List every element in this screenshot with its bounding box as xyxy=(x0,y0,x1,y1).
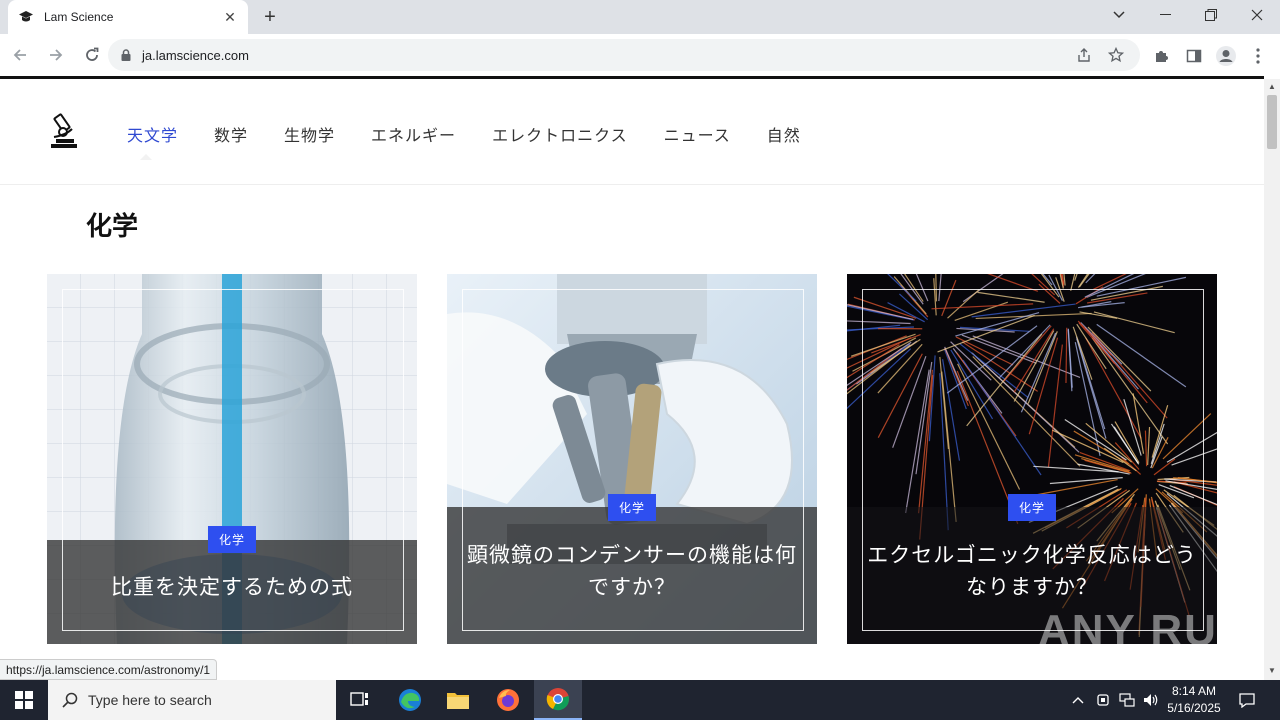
article-title[interactable]: 比重を決定するための式 xyxy=(67,572,397,604)
notifications-icon[interactable] xyxy=(1232,680,1262,720)
tab-search-chevron-icon[interactable] xyxy=(1096,0,1142,30)
share-icon[interactable] xyxy=(1072,43,1096,67)
nav-hover-caret xyxy=(140,154,152,160)
clock-date: 5/16/2025 xyxy=(1167,701,1221,715)
nav-astronomy[interactable]: 天文学 xyxy=(127,122,178,146)
side-panel-icon[interactable] xyxy=(1180,42,1208,70)
scroll-thumb[interactable] xyxy=(1267,95,1277,149)
graduation-cap-icon xyxy=(18,9,34,25)
restore-button[interactable] xyxy=(1188,0,1234,30)
windows-taskbar: Type here to search 8:14 AM 5/16/2025 xyxy=(0,680,1280,720)
nav-biology[interactable]: 生物学 xyxy=(284,122,335,146)
windows-start-icon[interactable] xyxy=(0,680,48,720)
url-text: ja.lamscience.com xyxy=(142,47,249,63)
file-explorer-icon[interactable] xyxy=(434,680,482,720)
bookmark-star-icon[interactable] xyxy=(1104,43,1128,67)
anyrun-watermark: ANY RUN xyxy=(1038,606,1252,656)
minimize-button[interactable] xyxy=(1142,0,1188,30)
article-title[interactable]: エクセルゴニック化学反応はどうなりますか？ xyxy=(867,540,1197,604)
page-scrollbar[interactable]: ▲ ▼ xyxy=(1264,79,1280,680)
article-title[interactable]: 顕微鏡のコンデンサーの機能は何ですか？ xyxy=(467,540,797,604)
back-button[interactable] xyxy=(4,39,36,71)
article-card[interactable]: 化学 エクセルゴニック化学反応はどうなりますか？ xyxy=(847,274,1217,644)
device-tray-icon[interactable] xyxy=(1092,680,1114,720)
scroll-down-arrow-icon[interactable]: ▼ xyxy=(1268,667,1276,675)
watermark-text: ANY RUN xyxy=(1038,606,1252,655)
nav-news[interactable]: ニュース xyxy=(664,122,731,146)
browser-tab-strip: Lam Science ✕ + xyxy=(0,0,1280,34)
article-card[interactable]: 化学 比重を決定するための式 xyxy=(47,274,417,644)
microscope-logo-icon[interactable] xyxy=(48,113,78,149)
browser-tab[interactable]: Lam Science ✕ xyxy=(8,0,248,34)
nav-electronics[interactable]: エレクトロニクス xyxy=(492,122,628,146)
profile-avatar-icon[interactable] xyxy=(1212,42,1240,70)
reload-button[interactable] xyxy=(76,39,108,71)
site-header: 天文学 数学 生物学 エネルギー エレクトロニクス ニュース 自然 xyxy=(0,79,1264,185)
extensions-puzzle-icon[interactable] xyxy=(1148,42,1176,70)
edge-browser-icon[interactable] xyxy=(386,680,434,720)
close-window-button[interactable] xyxy=(1234,0,1280,30)
show-hidden-icons-chevron-icon[interactable] xyxy=(1068,680,1088,720)
browser-toolbar: ja.lamscience.com xyxy=(0,34,1280,76)
close-tab-icon[interactable]: ✕ xyxy=(222,9,238,25)
section-title: 化学 xyxy=(86,211,139,241)
nav-mathematics[interactable]: 数学 xyxy=(214,122,248,146)
search-icon xyxy=(62,692,78,708)
more-menu-icon[interactable] xyxy=(1244,42,1272,70)
main-nav: 天文学 数学 生物学 エネルギー エレクトロニクス ニュース 自然 xyxy=(127,122,837,146)
scroll-up-arrow-icon[interactable]: ▲ xyxy=(1268,83,1276,91)
task-view-icon[interactable] xyxy=(336,680,384,720)
new-tab-button[interactable]: + xyxy=(258,5,282,29)
firefox-icon[interactable] xyxy=(484,680,532,720)
taskbar-clock[interactable]: 8:14 AM 5/16/2025 xyxy=(1158,683,1230,717)
network-icon[interactable] xyxy=(1116,680,1138,720)
category-badge[interactable]: 化学 xyxy=(1007,494,1057,521)
chrome-icon[interactable] xyxy=(534,680,582,720)
clock-time: 8:14 AM xyxy=(1171,684,1217,698)
lock-icon xyxy=(121,49,131,61)
link-status-bar: https://ja.lamscience.com/astronomy/1 xyxy=(0,659,218,680)
category-badge[interactable]: 化学 xyxy=(607,494,657,521)
address-bar[interactable]: ja.lamscience.com xyxy=(108,39,1140,71)
tab-title: Lam Science xyxy=(44,10,114,24)
forward-button[interactable] xyxy=(40,39,72,71)
search-placeholder: Type here to search xyxy=(88,692,212,708)
category-badge[interactable]: 化学 xyxy=(207,526,257,553)
article-card[interactable]: 化学 顕微鏡のコンデンサーの機能は何ですか？ xyxy=(447,274,817,644)
taskbar-search-box[interactable]: Type here to search xyxy=(48,680,336,720)
nav-nature[interactable]: 自然 xyxy=(767,122,801,146)
nav-energy[interactable]: エネルギー xyxy=(371,122,456,146)
